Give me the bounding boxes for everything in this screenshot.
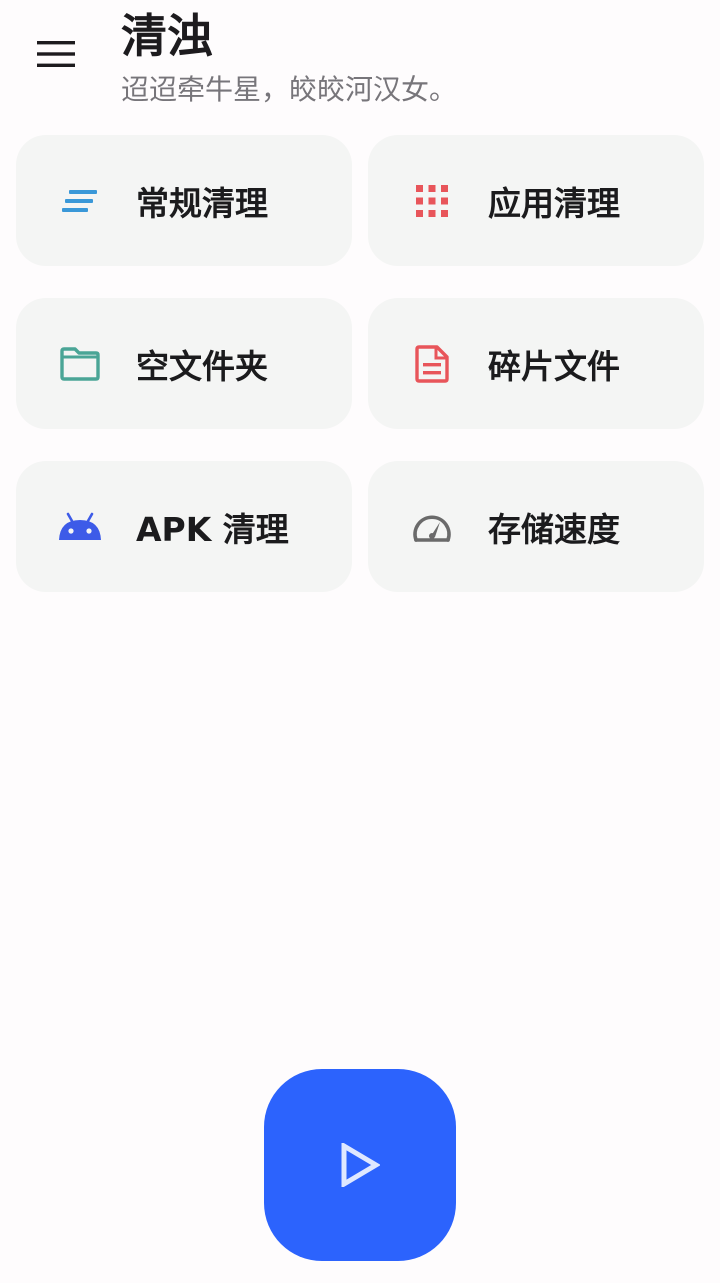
- app-header: 清浊 迢迢牵牛星，皎皎河汉女。: [0, 0, 720, 120]
- document-icon: [410, 342, 454, 386]
- card-label: 空文件夹: [136, 346, 268, 386]
- tool-grid: 常规清理 应用清理 空文件夹 碎片文件 APK 清理 存储速度: [16, 135, 704, 592]
- card-label: 应用清理: [488, 183, 620, 223]
- card-apk-clean[interactable]: APK 清理: [16, 461, 352, 592]
- card-storage-speed[interactable]: 存储速度: [368, 461, 704, 592]
- card-label: 碎片文件: [488, 346, 620, 386]
- card-label: 常规清理: [136, 183, 268, 223]
- card-regular-clean[interactable]: 常规清理: [16, 135, 352, 266]
- app-subtitle: 迢迢牵牛星，皎皎河汉女。: [121, 73, 458, 106]
- android-icon: [58, 505, 102, 549]
- card-label: APK 清理: [136, 509, 289, 549]
- card-label: 存储速度: [488, 509, 620, 549]
- card-app-clean[interactable]: 应用清理: [368, 135, 704, 266]
- card-fragment-files[interactable]: 碎片文件: [368, 298, 704, 429]
- play-icon: [341, 1143, 380, 1187]
- menu-button[interactable]: [26, 28, 86, 80]
- folder-icon: [58, 342, 102, 386]
- card-empty-folders[interactable]: 空文件夹: [16, 298, 352, 429]
- speedometer-icon: [410, 505, 454, 549]
- start-scan-button[interactable]: [264, 1069, 456, 1261]
- app-title: 清浊: [121, 9, 213, 63]
- lines-icon: [58, 179, 102, 223]
- hamburger-menu-icon: [37, 41, 75, 67]
- apps-grid-icon: [410, 179, 454, 223]
